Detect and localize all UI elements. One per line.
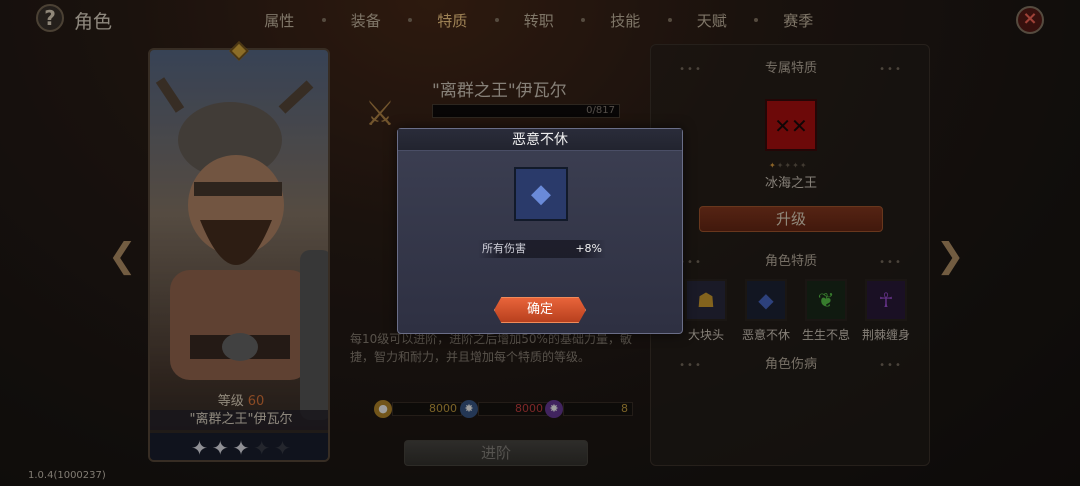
blue-shard-icon: ◆ [514,167,568,221]
trait-label: 生生不息 [801,328,850,342]
tab-label: 赛季 [783,12,814,30]
star-icon: ✦ [232,436,250,460]
character-injury-title: 角色伤病 [764,357,817,372]
resource-value: 8000 [478,402,548,416]
stat-label: 所有伤害 [482,242,526,255]
next-hero-arrow-icon[interactable]: ❯ [936,236,965,276]
resource-item: ✸ 8 [545,400,633,418]
exclusive-trait-stars: ✦✦✦✦✦ [769,161,808,170]
trait-slot[interactable]: ❦ 生生不息 [802,279,850,343]
tab-5[interactable]: 天赋 [669,10,758,31]
star-icon: ✦ [792,161,800,170]
trait-slot[interactable]: ☥ 荆棘缠身 [862,279,910,343]
level-label: 等级 [217,394,244,409]
tab-label: 技能 [610,12,641,30]
tab-6[interactable]: 赛季 [755,10,842,31]
gold-coin-icon: ● [374,400,392,418]
advance-description: 每10级可以进阶，进阶之后增加50%的基础力量，敏捷，智力和耐力，并且增加每个特… [350,332,632,364]
star-icon: ✦ [274,436,291,460]
tab-1[interactable]: 装备 [323,10,412,31]
trait-slot[interactable]: ☗ 大块头 [683,279,729,343]
divider-dots: ••• [817,257,903,268]
hero-card[interactable]: 等级 60 "离群之王"伊瓦尔 ✦ ✦ ✦ ✦ ✦ [148,48,330,462]
tab-label: 特质 [437,12,468,30]
modal-title: 恶意不休 [398,129,682,151]
star-icon: ✦ [784,161,793,170]
star-icon: ✦ [211,436,229,460]
advance-button[interactable]: 进阶 [404,440,588,466]
blue-crystal-icon: ✸ [460,400,478,418]
prev-hero-arrow-icon[interactable]: ❮ [108,236,137,276]
tab-0[interactable]: 属性 [236,10,326,31]
tab-label: 属性 [264,12,295,30]
frozen-king-icon[interactable]: ✕✕ [765,99,817,151]
divider-dots: ••• [679,360,765,371]
exclusive-trait-title: 专属特质 [764,61,817,76]
version-label: 1.0.4(1000237) [28,470,106,481]
tab-2[interactable]: 特质 [409,10,499,31]
page-title: 角色 [74,11,113,33]
close-button[interactable]: × [1016,6,1044,34]
hero-level: 等级 60 [150,390,328,409]
tab-label: 装备 [350,12,381,30]
help-icon[interactable]: ? [36,4,64,32]
tab-bar: 属性 装备 特质 转职 技能 天赋 赛季 [236,10,842,31]
divider-dots: ••• [817,64,903,75]
resource-value: 8000 [392,402,462,416]
resource-value: 8 [563,402,633,416]
confirm-button[interactable]: 确定 [494,297,586,323]
resource-item: ● 8000 [374,400,462,418]
character-traits-grid: ☗ 大块头 ◆ 恶意不休 ❦ 生生不息 ☥ 荆棘缠身 [683,279,910,343]
purple-crystal-icon: ✸ [545,400,563,418]
trait-label: 荆棘缠身 [861,328,910,342]
purple-figure-icon: ☥ [865,279,907,321]
star-icon: ✦ [253,436,271,460]
tab-label: 转职 [523,12,554,30]
level-value: 60 [247,394,265,409]
divider-dots: ••• [679,64,765,75]
character-traits-header: ••• 角色特质 ••• [651,250,931,269]
trait-slot[interactable]: ◆ 恶意不休 [742,279,790,343]
hero-name: "离群之王"伊瓦尔 [150,410,328,430]
trait-detail-modal: 恶意不休 ◆ 所有伤害 +8% 确定 [397,128,683,334]
star-icon: ✦ [769,161,777,170]
tab-label: 天赋 [696,12,727,30]
hero-portrait [155,77,328,420]
divider-dots: ••• [817,360,903,371]
exclusive-trait-name: 冰海之王 [764,176,817,191]
trait-label: 恶意不休 [741,328,790,342]
trait-side-panel: ••• 专属特质 ••• ✕✕ ✦✦✦✦✦ 冰海之王 升级 ••• 角色特质 •… [650,44,930,466]
modal-stat-row: 所有伤害 +8% [478,240,606,258]
character-injury-header: ••• 角色伤病 ••• [651,353,931,372]
divider-dots: ••• [679,257,765,268]
green-sprout-icon: ❦ [805,279,847,321]
big-guy-icon: ☗ [685,279,727,321]
exp-text: 0/817 [586,105,615,116]
star-icon: ✦ [799,161,808,170]
star-icon: ✦ [191,436,208,460]
upgrade-button[interactable]: 升级 [699,206,883,232]
top-bar: ? 角色 属性 装备 特质 转职 技能 天赋 赛季 × [0,0,1080,38]
trait-title: "离群之王"伊瓦尔 [432,81,567,101]
hero-stars: ✦ ✦ ✦ ✦ ✦ [150,433,328,460]
exp-bar: 0/817 [432,104,620,118]
blue-shard-icon: ◆ [745,279,787,321]
stat-value: +8% [575,242,602,255]
tab-3[interactable]: 转职 [496,10,585,31]
tab-4[interactable]: 技能 [582,10,672,31]
crossed-axes-icon: ⚔ [364,94,396,134]
exclusive-trait-header: ••• 专属特质 ••• [651,57,931,76]
character-traits-title: 角色特质 [764,254,817,269]
resource-item: ✸ 8000 [460,400,548,418]
